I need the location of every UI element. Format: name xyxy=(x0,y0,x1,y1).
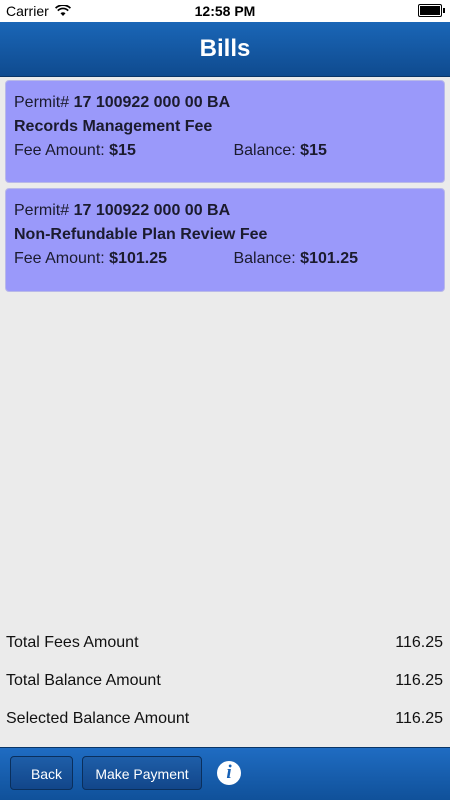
fee-amount-value: $15 xyxy=(109,142,136,159)
total-balance-label: Total Balance Amount xyxy=(6,672,161,689)
balance-label: Balance: xyxy=(233,250,296,267)
total-fees-row: Total Fees Amount 116.25 xyxy=(6,631,443,655)
back-arrow-icon xyxy=(0,755,33,792)
balance: Balance: $15 xyxy=(233,139,326,163)
bill-card[interactable]: Permit# 17 100922 000 00 BA Records Mana… xyxy=(5,80,445,183)
balance: Balance: $101.25 xyxy=(233,247,358,271)
info-icon[interactable]: i xyxy=(217,761,241,785)
permit-line: Permit# 17 100922 000 00 BA xyxy=(14,199,436,223)
selected-balance-row: Selected Balance Amount 116.25 xyxy=(6,707,443,731)
status-time: 12:58 PM xyxy=(194,3,256,19)
total-fees-label: Total Fees Amount xyxy=(6,634,139,651)
bottom-toolbar: Back Make Payment i xyxy=(0,747,450,800)
selected-balance-label: Selected Balance Amount xyxy=(6,710,190,727)
page-title: Bills xyxy=(199,35,251,62)
balance-value: $15 xyxy=(300,142,327,159)
selected-balance-value: 116.25 xyxy=(395,710,443,727)
permit-number: 17 100922 000 00 BA xyxy=(73,94,231,111)
nav-header: Bills xyxy=(0,22,450,77)
fee-amount-label: Fee Amount: xyxy=(14,142,105,159)
total-fees-value: 116.25 xyxy=(395,634,443,651)
bill-card[interactable]: Permit# 17 100922 000 00 BA Non-Refundab… xyxy=(5,188,445,292)
fee-amount-label: Fee Amount: xyxy=(14,250,105,267)
fee-amount: Fee Amount: $101.25 xyxy=(14,247,229,271)
make-payment-button[interactable]: Make Payment xyxy=(82,756,202,790)
balance-value: $101.25 xyxy=(300,250,359,267)
back-button[interactable]: Back xyxy=(0,755,73,792)
permit-label: Permit# xyxy=(14,202,70,219)
permit-number: 17 100922 000 00 BA xyxy=(73,202,231,219)
make-payment-label: Make Payment xyxy=(95,766,189,782)
balance-label: Balance: xyxy=(233,142,296,159)
bills-screen: Carrier 12:58 PM Bills Permit# 17 100922… xyxy=(0,0,450,800)
fee-description-text: Non-Refundable Plan Review Fee xyxy=(14,226,268,243)
total-balance-value: 116.25 xyxy=(395,672,443,689)
amount-line: Fee Amount: $15 Balance: $15 xyxy=(14,139,436,163)
fee-amount: Fee Amount: $15 xyxy=(14,139,229,163)
total-balance-row: Total Balance Amount 116.25 xyxy=(6,669,443,693)
status-bar: Carrier 12:58 PM xyxy=(0,0,450,22)
back-button-label: Back xyxy=(30,766,63,782)
fee-description: Records Management Fee xyxy=(14,115,436,139)
permit-line: Permit# 17 100922 000 00 BA xyxy=(14,91,436,115)
fee-description-text: Records Management Fee xyxy=(14,118,213,135)
fee-amount-value: $101.25 xyxy=(109,250,168,267)
permit-label: Permit# xyxy=(14,94,70,111)
battery-icon xyxy=(418,4,445,17)
amount-line: Fee Amount: $101.25 Balance: $101.25 xyxy=(14,247,436,271)
fee-description: Non-Refundable Plan Review Fee xyxy=(14,223,436,247)
